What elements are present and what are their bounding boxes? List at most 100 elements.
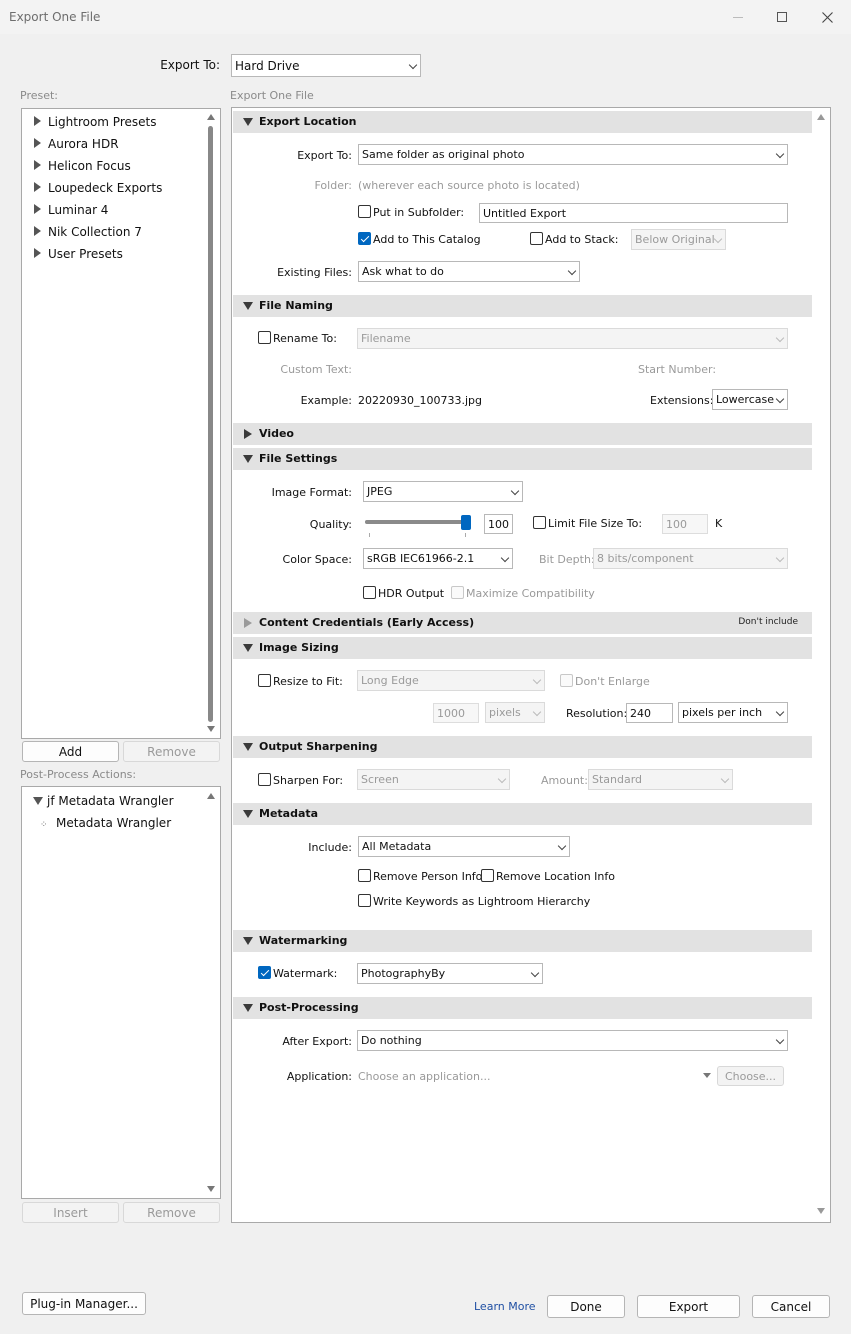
rename-template-dropdown[interactable]: Filename [357, 328, 788, 349]
after-export-dropdown[interactable]: Do nothing [357, 1030, 788, 1051]
close-button[interactable] [807, 4, 847, 30]
collapse-arrow-icon [243, 644, 253, 652]
application-input[interactable]: Choose an application... [358, 1070, 490, 1083]
choose-application-button[interactable]: Choose... [717, 1066, 784, 1086]
dont-enlarge-label: Don't Enlarge [575, 675, 650, 688]
remove-location-info-label: Remove Location Info [496, 870, 615, 883]
extensions-dropdown[interactable]: Lowercase [712, 389, 788, 410]
write-keywords-checkbox[interactable] [358, 894, 371, 907]
post-process-group[interactable]: jf Metadata Wrangler [33, 794, 174, 808]
limit-file-size-checkbox[interactable] [533, 516, 546, 529]
subfolder-input[interactable]: Untitled Export [479, 203, 788, 223]
cancel-button[interactable]: Cancel [752, 1295, 830, 1318]
collapse-arrow-icon [243, 302, 253, 310]
collapse-arrow-icon [243, 118, 253, 126]
stack-position-dropdown[interactable]: Below Original [631, 229, 726, 250]
preset-item[interactable]: Nik Collection 7 [34, 225, 142, 239]
add-to-catalog-checkbox[interactable] [358, 232, 371, 245]
collapse-arrow-icon [243, 455, 253, 463]
settings-scrollbar[interactable] [815, 110, 827, 1220]
remove-action-button[interactable]: Remove [123, 1202, 220, 1223]
insert-action-button[interactable]: Insert [22, 1202, 119, 1223]
quality-slider-track[interactable] [365, 520, 471, 524]
include-metadata-dropdown[interactable]: All Metadata [358, 836, 570, 857]
section-output-sharpening[interactable]: Output Sharpening [233, 736, 812, 758]
chevron-down-icon [775, 149, 785, 159]
minimize-button[interactable] [718, 4, 758, 30]
sharpen-for-label: Sharpen For: [273, 774, 344, 787]
expand-arrow-icon [34, 138, 41, 148]
post-process-child[interactable]: ⁘ Metadata Wrangler [40, 816, 171, 830]
scroll-down-icon [817, 1208, 825, 1214]
section-export-location[interactable]: Export Location [233, 111, 812, 133]
resize-mode-dropdown[interactable]: Long Edge [357, 670, 545, 691]
color-space-label: Color Space: [282, 553, 352, 566]
quality-slider-thumb[interactable] [461, 515, 471, 530]
remove-preset-button[interactable]: Remove [123, 741, 220, 762]
bit-depth-label: Bit Depth: [539, 553, 595, 566]
quality-input[interactable]: 100 [484, 514, 513, 534]
resolution-input[interactable]: 240 [626, 703, 673, 723]
add-to-stack-checkbox[interactable] [530, 232, 543, 245]
limit-file-size-input[interactable]: 100 [662, 514, 708, 534]
sharpen-for-dropdown[interactable]: Screen [357, 769, 510, 790]
hdr-output-checkbox[interactable] [363, 586, 376, 599]
export-location-label: Export To: [297, 149, 352, 162]
done-button[interactable]: Done [547, 1295, 625, 1318]
preset-item[interactable]: Aurora HDR [34, 137, 119, 151]
include-label: Include: [308, 841, 352, 854]
size-unit-dropdown[interactable]: pixels [485, 702, 545, 723]
size-input[interactable]: 1000 [433, 703, 479, 723]
remove-person-info-checkbox[interactable] [358, 869, 371, 882]
preset-scrollbar[interactable] [205, 110, 217, 736]
close-icon [821, 11, 833, 23]
example-value: 20220930_100733.jpg [358, 394, 482, 407]
preset-item[interactable]: User Presets [34, 247, 123, 261]
amount-dropdown[interactable]: Standard [588, 769, 733, 790]
existing-files-dropdown[interactable]: Ask what to do [358, 261, 580, 282]
add-preset-button[interactable]: Add [22, 741, 119, 762]
dont-enlarge-checkbox[interactable] [560, 674, 573, 687]
section-metadata[interactable]: Metadata [233, 803, 812, 825]
maximize-button[interactable] [762, 4, 802, 30]
post-process-scrollbar[interactable] [205, 790, 217, 1196]
export-button[interactable]: Export [637, 1295, 740, 1318]
section-video[interactable]: Video [233, 423, 812, 445]
section-watermarking[interactable]: Watermarking [233, 930, 812, 952]
color-space-dropdown[interactable]: sRGB IEC61966-2.1 [363, 548, 513, 569]
chevron-down-icon [532, 675, 542, 685]
image-format-dropdown[interactable]: JPEG [363, 481, 523, 502]
preset-item[interactable]: Luminar 4 [34, 203, 108, 217]
rename-to-checkbox[interactable] [258, 331, 271, 344]
post-process-list[interactable] [21, 786, 221, 1199]
section-image-sizing[interactable]: Image Sizing [233, 637, 812, 659]
plugin-manager-button[interactable]: Plug-in Manager... [22, 1292, 146, 1315]
section-content-credentials[interactable]: Content Credentials (Early Access) Don't… [233, 612, 812, 634]
dotted-node-icon: ⁘ [40, 820, 48, 830]
put-in-subfolder-checkbox[interactable] [358, 205, 371, 218]
section-file-settings[interactable]: File Settings [233, 448, 812, 470]
preset-item[interactable]: Lightroom Presets [34, 115, 156, 129]
scroll-thumb[interactable] [208, 126, 213, 722]
export-location-dropdown[interactable]: Same folder as original photo [358, 144, 788, 165]
application-dropdown-icon[interactable] [703, 1073, 711, 1078]
bit-depth-dropdown[interactable]: 8 bits/component [593, 548, 788, 569]
section-file-naming[interactable]: File Naming [233, 295, 812, 317]
preset-item[interactable]: Helicon Focus [34, 159, 131, 173]
collapse-arrow-icon [243, 1004, 253, 1012]
chevron-down-icon [775, 394, 785, 404]
preset-item[interactable]: Loupedeck Exports [34, 181, 162, 195]
sharpen-for-checkbox[interactable] [258, 773, 271, 786]
section-post-processing[interactable]: Post-Processing [233, 997, 812, 1019]
watermark-checkbox[interactable] [258, 966, 271, 979]
resize-to-fit-checkbox[interactable] [258, 674, 271, 687]
learn-more-link[interactable]: Learn More [474, 1300, 536, 1313]
export-to-dropdown[interactable]: Hard Drive [231, 54, 421, 77]
maximize-compat-checkbox[interactable] [451, 586, 464, 599]
remove-location-info-checkbox[interactable] [481, 869, 494, 882]
watermark-dropdown[interactable]: PhotographyBy [357, 963, 543, 984]
resolution-unit-dropdown[interactable]: pixels per inch [678, 702, 788, 723]
expand-arrow-icon [34, 160, 41, 170]
folder-value: (wherever each source photo is located) [358, 179, 580, 192]
chevron-down-icon [530, 968, 540, 978]
